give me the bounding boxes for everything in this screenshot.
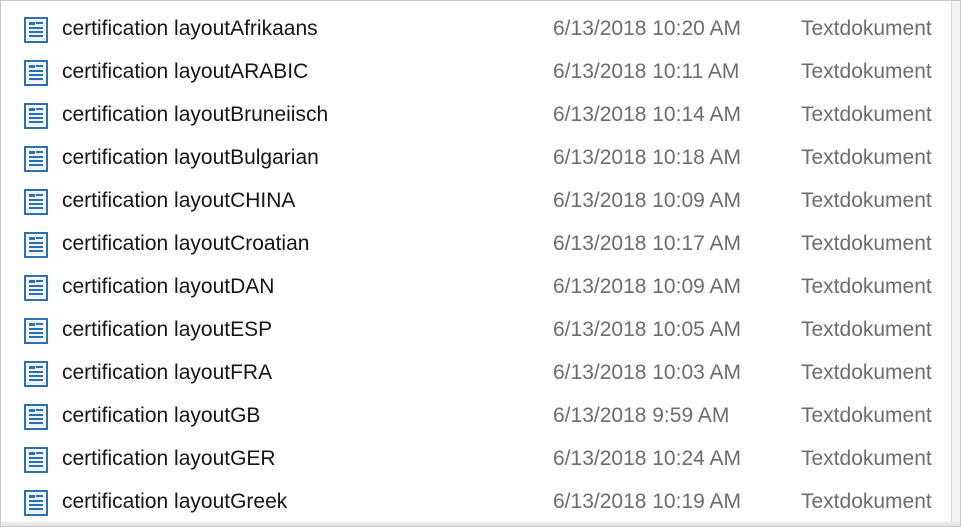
window-bottom-edge [1, 522, 960, 526]
file-name[interactable]: certification layoutCHINA [62, 181, 295, 221]
file-date-modified: 6/13/2018 10:03 AM [553, 361, 741, 384]
file-type: Textdokument [801, 232, 932, 255]
text-document-icon [24, 404, 48, 430]
file-name[interactable]: certification layoutBulgarian [62, 138, 319, 178]
file-name[interactable]: certification layoutBruneiisch [62, 95, 328, 135]
file-name[interactable]: certification layoutGreek [62, 482, 287, 522]
file-row[interactable]: certification layoutGER 6/13/2018 10:24 … [1, 439, 953, 479]
text-document-icon [24, 447, 48, 473]
file-row[interactable]: certification layoutARABIC 6/13/2018 10:… [1, 52, 953, 92]
file-type: Textdokument [801, 103, 932, 126]
text-document-icon [24, 232, 48, 258]
file-name[interactable]: certification layoutDAN [62, 267, 274, 307]
file-row[interactable]: certification layoutDAN 6/13/2018 10:09 … [1, 267, 953, 307]
file-date-modified: 6/13/2018 10:18 AM [553, 146, 741, 169]
file-date-modified: 6/13/2018 10:09 AM [553, 189, 741, 212]
file-date-modified: 6/13/2018 9:59 AM [553, 404, 730, 427]
file-date-modified: 6/13/2018 10:24 AM [553, 447, 741, 470]
window-right-edge [951, 1, 960, 526]
file-name[interactable]: certification layoutGER [62, 439, 276, 479]
file-type: Textdokument [801, 60, 932, 83]
file-name[interactable]: certification layoutESP [62, 310, 272, 350]
file-date-modified: 6/13/2018 10:14 AM [553, 103, 741, 126]
text-document-icon [24, 17, 48, 43]
file-type: Textdokument [801, 318, 932, 341]
file-date-modified: 6/13/2018 10:20 AM [553, 17, 741, 40]
file-date-modified: 6/13/2018 10:05 AM [553, 318, 741, 341]
file-date-modified: 6/13/2018 10:11 AM [553, 60, 740, 83]
file-name[interactable]: certification layoutARABIC [62, 52, 308, 92]
file-row[interactable]: certification layoutCHINA 6/13/2018 10:0… [1, 181, 953, 221]
file-row[interactable]: certification layoutAfrikaans 6/13/2018 … [1, 9, 953, 49]
file-row[interactable]: certification layoutFRA 6/13/2018 10:03 … [1, 353, 953, 393]
file-row[interactable]: certification layoutCroatian 6/13/2018 1… [1, 224, 953, 264]
file-name[interactable]: certification layoutFRA [62, 353, 272, 393]
file-type: Textdokument [801, 17, 932, 40]
file-type: Textdokument [801, 404, 932, 427]
text-document-icon [24, 361, 48, 387]
text-document-icon [24, 318, 48, 344]
text-document-icon [24, 490, 48, 516]
file-type: Textdokument [801, 275, 932, 298]
file-row[interactable]: certification layoutESP 6/13/2018 10:05 … [1, 310, 953, 350]
text-document-icon [24, 60, 48, 86]
file-name[interactable]: certification layoutAfrikaans [62, 9, 318, 49]
file-date-modified: 6/13/2018 10:09 AM [553, 275, 741, 298]
file-date-modified: 6/13/2018 10:19 AM [553, 490, 741, 513]
file-date-modified: 6/13/2018 10:17 AM [553, 232, 741, 255]
text-document-icon [24, 275, 48, 301]
file-row[interactable]: certification layoutGreek 6/13/2018 10:1… [1, 482, 953, 522]
file-list: certification layoutAfrikaans 6/13/2018 … [0, 0, 961, 527]
file-type: Textdokument [801, 146, 932, 169]
file-type: Textdokument [801, 447, 932, 470]
text-document-icon [24, 189, 48, 215]
file-row[interactable]: certification layoutGB 6/13/2018 9:59 AM… [1, 396, 953, 436]
text-document-icon [24, 103, 48, 129]
text-document-icon [24, 146, 48, 172]
file-row[interactable]: certification layoutBruneiisch 6/13/2018… [1, 95, 953, 135]
file-name[interactable]: certification layoutGB [62, 396, 260, 436]
file-row[interactable]: certification layoutBulgarian 6/13/2018 … [1, 138, 953, 178]
file-name[interactable]: certification layoutCroatian [62, 224, 309, 264]
file-type: Textdokument [801, 361, 932, 384]
file-type: Textdokument [801, 189, 932, 212]
file-type: Textdokument [801, 490, 932, 513]
